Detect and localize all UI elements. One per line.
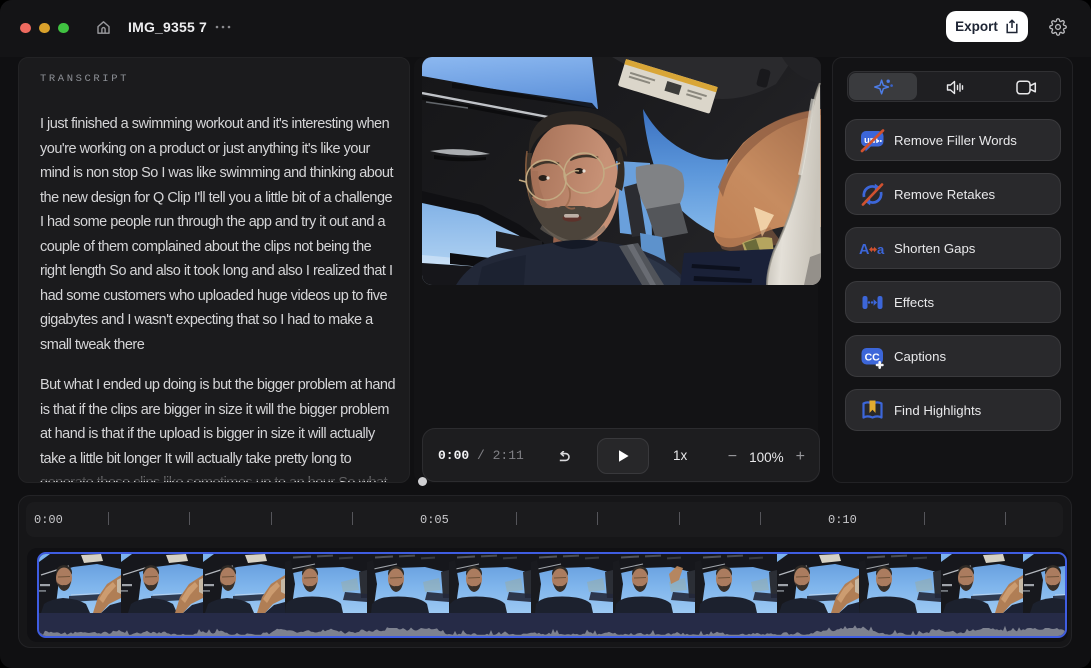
svg-text:CC: CC: [865, 351, 881, 363]
svg-text:a: a: [877, 242, 885, 257]
svg-text:A: A: [859, 242, 870, 258]
